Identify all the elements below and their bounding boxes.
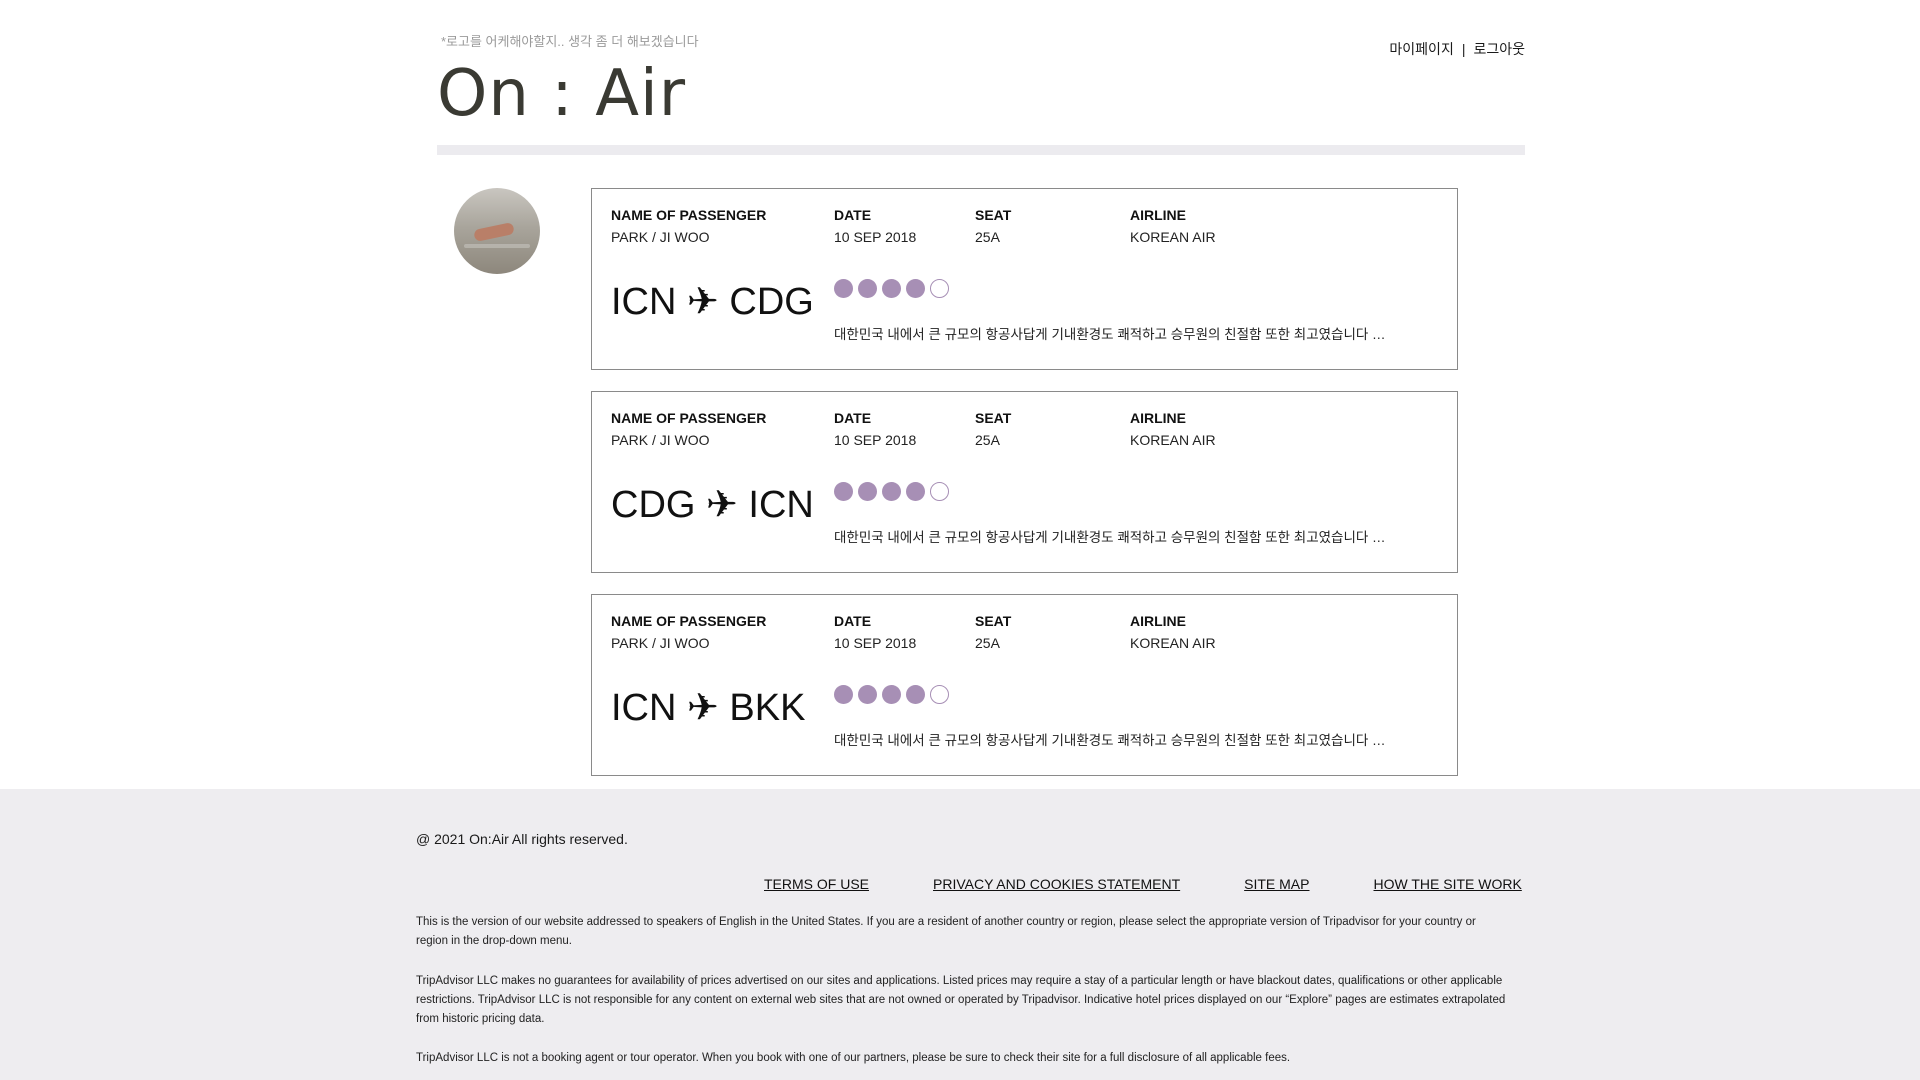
how-site-works-link[interactable]: HOW THE SITE WORK — [1374, 876, 1522, 892]
rating-dot-filled — [906, 279, 925, 298]
avatar-figure — [473, 221, 515, 243]
rating-dot-filled — [882, 279, 901, 298]
seat-label: SEAT — [975, 207, 1012, 223]
logout-link[interactable]: 로그아웃 — [1473, 41, 1525, 57]
review-text: 대한민국 내에서 큰 규모의 항공사답게 기내환경도 쾌적하고 승무원의 친절함… — [834, 327, 1386, 342]
airline-value: KOREAN AIR — [1130, 432, 1216, 448]
date-label: DATE — [834, 207, 872, 223]
copyright: @ 2021 On:Air All rights reserved. — [416, 831, 628, 847]
airline-value: KOREAN AIR — [1130, 635, 1216, 651]
date-label: DATE — [834, 613, 872, 629]
date-value: 10 SEP 2018 — [834, 229, 917, 245]
route: ICN ✈ BKK — [611, 687, 806, 729]
footer: @ 2021 On:Air All rights reserved. TERMS… — [0, 789, 1920, 1080]
rating-dot-empty — [930, 685, 949, 704]
header-note: *로고를 어케해야할지.. 생각 좀 더 해보겠습니다 — [441, 34, 699, 49]
nav-separator: | — [1461, 41, 1466, 57]
seat-label: SEAT — [975, 613, 1012, 629]
passenger-name: PARK / JI WOO — [611, 635, 710, 651]
airline-value: KOREAN AIR — [1130, 229, 1216, 245]
terms-link[interactable]: TERMS OF USE — [764, 876, 869, 892]
ticket-card[interactable]: NAME OF PASSENGER PARK / JI WOO DATE 10 SEP… — [591, 594, 1458, 776]
date-label: DATE — [834, 410, 872, 426]
rating-dot-filled — [834, 482, 853, 501]
airline-label: AIRLINE — [1130, 613, 1186, 629]
rating — [834, 279, 949, 298]
airline-label: AIRLINE — [1130, 410, 1186, 426]
route: ICN ✈ CDG — [611, 281, 814, 323]
logo[interactable]: On : Air — [437, 62, 686, 126]
avatar[interactable] — [454, 188, 540, 274]
passenger-label: NAME OF PASSENGER — [611, 207, 767, 223]
passenger-label: NAME OF PASSENGER — [611, 613, 767, 629]
seat-value: 25A — [975, 229, 1000, 245]
route: CDG ✈ ICN — [611, 484, 814, 526]
footer-paragraph: This is the version of our website addre… — [416, 916, 1476, 947]
date-value: 10 SEP 2018 — [834, 635, 917, 651]
seat-value: 25A — [975, 635, 1000, 651]
rating-dot-empty — [930, 482, 949, 501]
review-text: 대한민국 내에서 큰 규모의 항공사답게 기내환경도 쾌적하고 승무원의 친절함… — [834, 530, 1386, 545]
avatar-water — [464, 244, 530, 248]
rating — [834, 482, 949, 501]
rating-dot-empty — [930, 279, 949, 298]
sitemap-link[interactable]: SITE MAP — [1244, 876, 1309, 892]
ticket-card[interactable]: NAME OF PASSENGER PARK / JI WOO DATE 10 SEP… — [591, 188, 1458, 370]
airline-label: AIRLINE — [1130, 207, 1186, 223]
passenger-label: NAME OF PASSENGER — [611, 410, 767, 426]
top-nav: 마이페이지 | 로그아웃 — [1389, 39, 1525, 59]
seat-value: 25A — [975, 432, 1000, 448]
date-value: 10 SEP 2018 — [834, 432, 917, 448]
seat-label: SEAT — [975, 410, 1012, 426]
passenger-name: PARK / JI WOO — [611, 432, 710, 448]
header-divider — [437, 145, 1525, 155]
rating-dot-filled — [858, 279, 877, 298]
passenger-name: PARK / JI WOO — [611, 229, 710, 245]
rating-dot-filled — [858, 685, 877, 704]
rating — [834, 685, 949, 704]
mypage-link[interactable]: 마이페이지 — [1389, 41, 1453, 57]
rating-dot-filled — [882, 685, 901, 704]
privacy-link[interactable]: PRIVACY AND COOKIES STATEMENT — [933, 876, 1180, 892]
rating-dot-filled — [906, 685, 925, 704]
ticket-card[interactable]: NAME OF PASSENGER PARK / JI WOO DATE 10 SEP… — [591, 391, 1458, 573]
review-text: 대한민국 내에서 큰 규모의 항공사답게 기내환경도 쾌적하고 승무원의 친절함… — [834, 733, 1386, 748]
footer-links: TERMS OF USE PRIVACY AND COOKIES STATEME… — [764, 876, 1522, 892]
rating-dot-filled — [858, 482, 877, 501]
footer-paragraph: TripAdvisor LLC is not a booking agent o… — [416, 1052, 1291, 1064]
rating-dot-filled — [834, 685, 853, 704]
rating-dot-filled — [882, 482, 901, 501]
rating-dot-filled — [834, 279, 853, 298]
footer-paragraph: TripAdvisor LLC makes no guarantees for … — [416, 975, 1506, 1025]
rating-dot-filled — [906, 482, 925, 501]
